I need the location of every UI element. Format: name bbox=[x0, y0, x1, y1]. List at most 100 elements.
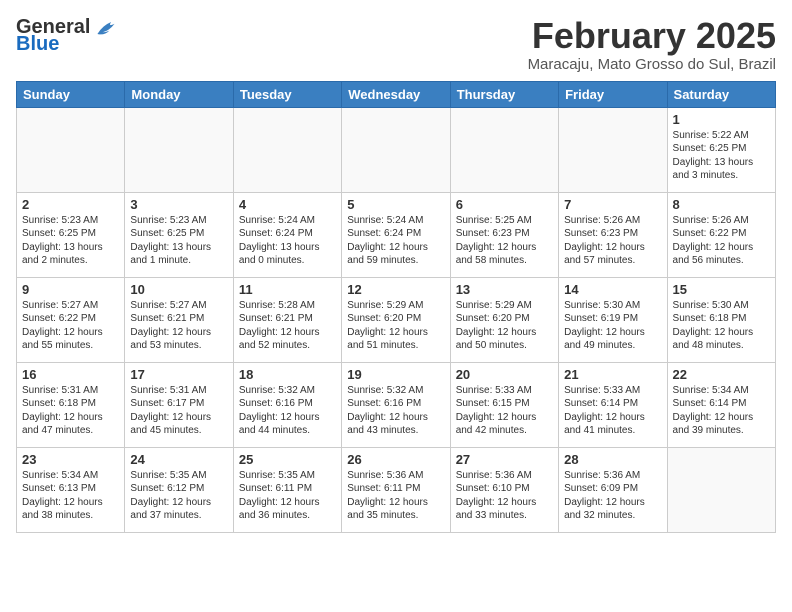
day-number: 18 bbox=[239, 367, 336, 382]
location-subtitle: Maracaju, Mato Grosso do Sul, Brazil bbox=[528, 56, 776, 73]
day-number: 12 bbox=[347, 282, 444, 297]
calendar-cell: 14 Sunrise: 5:30 AM Sunset: 6:19 PM Dayli… bbox=[559, 277, 667, 362]
calendar-cell: 1 Sunrise: 5:22 AM Sunset: 6:25 PM Daylig… bbox=[667, 107, 775, 192]
day-number: 11 bbox=[239, 282, 336, 297]
calendar-week-row: 2 Sunrise: 5:23 AM Sunset: 6:25 PM Daylig… bbox=[17, 192, 776, 277]
weekday-header-row: SundayMondayTuesdayWednesdayThursdayFrid… bbox=[17, 81, 776, 107]
calendar-cell: 11 Sunrise: 5:28 AM Sunset: 6:21 PM Dayli… bbox=[233, 277, 341, 362]
day-info: Sunrise: 5:24 AM Sunset: 6:24 PM Dayligh… bbox=[347, 214, 444, 268]
calendar-cell: 24 Sunrise: 5:35 AM Sunset: 6:12 PM Dayli… bbox=[125, 447, 233, 532]
day-info: Sunrise: 5:29 AM Sunset: 6:20 PM Dayligh… bbox=[456, 299, 553, 353]
day-info: Sunrise: 5:27 AM Sunset: 6:21 PM Dayligh… bbox=[130, 299, 227, 353]
day-info: Sunrise: 5:25 AM Sunset: 6:23 PM Dayligh… bbox=[456, 214, 553, 268]
calendar-cell: 25Sunrise: 5:35 AM Sunset: 6:11 PM Dayli… bbox=[233, 447, 341, 532]
day-number: 16 bbox=[22, 367, 119, 382]
day-info: Sunrise: 5:36 AM Sunset: 6:11 PM Dayligh… bbox=[347, 469, 444, 523]
day-number: 20 bbox=[456, 367, 553, 382]
day-number: 3 bbox=[130, 197, 227, 212]
calendar-cell: 15 Sunrise: 5:30 AM Sunset: 6:18 PM Dayli… bbox=[667, 277, 775, 362]
calendar-cell: 28Sunrise: 5:36 AM Sunset: 6:09 PM Dayli… bbox=[559, 447, 667, 532]
day-info: Sunrise: 5:30 AM Sunset: 6:18 PM Dayligh… bbox=[673, 299, 770, 353]
day-number: 1 bbox=[673, 112, 770, 127]
calendar-week-row: 23 Sunrise: 5:34 AM Sunset: 6:13 PM Dayli… bbox=[17, 447, 776, 532]
day-info: Sunrise: 5:36 AM Sunset: 6:10 PM Dayligh… bbox=[456, 469, 553, 523]
calendar-cell: 2 Sunrise: 5:23 AM Sunset: 6:25 PM Daylig… bbox=[17, 192, 125, 277]
day-number: 15 bbox=[673, 282, 770, 297]
day-number: 26 bbox=[347, 452, 444, 467]
day-number: 21 bbox=[564, 367, 661, 382]
day-number: 25 bbox=[239, 452, 336, 467]
day-info: Sunrise: 5:27 AM Sunset: 6:22 PM Dayligh… bbox=[22, 299, 119, 353]
calendar-cell: 26 Sunrise: 5:36 AM Sunset: 6:11 PM Dayli… bbox=[342, 447, 450, 532]
calendar-cell bbox=[233, 107, 341, 192]
calendar-cell: 17 Sunrise: 5:31 AM Sunset: 6:17 PM Dayli… bbox=[125, 362, 233, 447]
calendar-cell bbox=[342, 107, 450, 192]
day-number: 14 bbox=[564, 282, 661, 297]
calendar-cell: 12 Sunrise: 5:29 AM Sunset: 6:20 PM Dayli… bbox=[342, 277, 450, 362]
day-number: 4 bbox=[239, 197, 336, 212]
day-info: Sunrise: 5:36 AM Sunset: 6:09 PM Dayligh… bbox=[564, 469, 661, 523]
day-number: 7 bbox=[564, 197, 661, 212]
day-info: Sunrise: 5:26 AM Sunset: 6:23 PM Dayligh… bbox=[564, 214, 661, 268]
day-info: Sunrise: 5:29 AM Sunset: 6:20 PM Dayligh… bbox=[347, 299, 444, 353]
day-info: Sunrise: 5:33 AM Sunset: 6:14 PM Dayligh… bbox=[564, 384, 661, 438]
weekday-header-friday: Friday bbox=[559, 81, 667, 107]
day-info: Sunrise: 5:22 AM Sunset: 6:25 PM Dayligh… bbox=[673, 129, 770, 183]
day-number: 17 bbox=[130, 367, 227, 382]
calendar-cell: 27 Sunrise: 5:36 AM Sunset: 6:10 PM Dayli… bbox=[450, 447, 558, 532]
weekday-header-tuesday: Tuesday bbox=[233, 81, 341, 107]
day-number: 2 bbox=[22, 197, 119, 212]
calendar-table: SundayMondayTuesdayWednesdayThursdayFrid… bbox=[16, 81, 776, 533]
day-number: 10 bbox=[130, 282, 227, 297]
calendar-cell: 4Sunrise: 5:24 AM Sunset: 6:24 PM Daylig… bbox=[233, 192, 341, 277]
day-info: Sunrise: 5:23 AM Sunset: 6:25 PM Dayligh… bbox=[130, 214, 227, 268]
day-info: Sunrise: 5:23 AM Sunset: 6:25 PM Dayligh… bbox=[22, 214, 119, 268]
calendar-cell: 6 Sunrise: 5:25 AM Sunset: 6:23 PM Daylig… bbox=[450, 192, 558, 277]
day-number: 23 bbox=[22, 452, 119, 467]
month-year-title: February 2025 bbox=[528, 16, 776, 56]
calendar-cell bbox=[667, 447, 775, 532]
weekday-header-saturday: Saturday bbox=[667, 81, 775, 107]
calendar-cell bbox=[125, 107, 233, 192]
day-info: Sunrise: 5:26 AM Sunset: 6:22 PM Dayligh… bbox=[673, 214, 770, 268]
calendar-cell bbox=[17, 107, 125, 192]
calendar-cell: 18 Sunrise: 5:32 AM Sunset: 6:16 PM Dayli… bbox=[233, 362, 341, 447]
calendar-cell: 3 Sunrise: 5:23 AM Sunset: 6:25 PM Daylig… bbox=[125, 192, 233, 277]
calendar-cell: 19Sunrise: 5:32 AM Sunset: 6:16 PM Dayli… bbox=[342, 362, 450, 447]
calendar-cell: 5 Sunrise: 5:24 AM Sunset: 6:24 PM Daylig… bbox=[342, 192, 450, 277]
calendar-cell: 9 Sunrise: 5:27 AM Sunset: 6:22 PM Daylig… bbox=[17, 277, 125, 362]
calendar-cell: 22 Sunrise: 5:34 AM Sunset: 6:14 PM Dayli… bbox=[667, 362, 775, 447]
day-info: Sunrise: 5:32 AM Sunset: 6:16 PM Dayligh… bbox=[239, 384, 336, 438]
page-header: General Blue February 2025 Maracaju, Mat… bbox=[16, 16, 776, 73]
calendar-cell: 8Sunrise: 5:26 AM Sunset: 6:22 PM Daylig… bbox=[667, 192, 775, 277]
day-info: Sunrise: 5:35 AM Sunset: 6:12 PM Dayligh… bbox=[130, 469, 227, 523]
calendar-week-row: 9 Sunrise: 5:27 AM Sunset: 6:22 PM Daylig… bbox=[17, 277, 776, 362]
day-info: Sunrise: 5:28 AM Sunset: 6:21 PM Dayligh… bbox=[239, 299, 336, 353]
day-info: Sunrise: 5:34 AM Sunset: 6:13 PM Dayligh… bbox=[22, 469, 119, 523]
day-number: 9 bbox=[22, 282, 119, 297]
weekday-header-wednesday: Wednesday bbox=[342, 81, 450, 107]
calendar-cell: 10 Sunrise: 5:27 AM Sunset: 6:21 PM Dayli… bbox=[125, 277, 233, 362]
title-block: February 2025 Maracaju, Mato Grosso do S… bbox=[528, 16, 776, 73]
weekday-header-monday: Monday bbox=[125, 81, 233, 107]
calendar-cell: 7 Sunrise: 5:26 AM Sunset: 6:23 PM Daylig… bbox=[559, 192, 667, 277]
day-info: Sunrise: 5:31 AM Sunset: 6:17 PM Dayligh… bbox=[130, 384, 227, 438]
day-number: 5 bbox=[347, 197, 444, 212]
calendar-cell bbox=[559, 107, 667, 192]
day-number: 27 bbox=[456, 452, 553, 467]
weekday-header-thursday: Thursday bbox=[450, 81, 558, 107]
calendar-cell: 13 Sunrise: 5:29 AM Sunset: 6:20 PM Dayli… bbox=[450, 277, 558, 362]
weekday-header-sunday: Sunday bbox=[17, 81, 125, 107]
day-info: Sunrise: 5:32 AM Sunset: 6:16 PM Dayligh… bbox=[347, 384, 444, 438]
day-info: Sunrise: 5:33 AM Sunset: 6:15 PM Dayligh… bbox=[456, 384, 553, 438]
day-info: Sunrise: 5:31 AM Sunset: 6:18 PM Dayligh… bbox=[22, 384, 119, 438]
day-number: 6 bbox=[456, 197, 553, 212]
day-info: Sunrise: 5:30 AM Sunset: 6:19 PM Dayligh… bbox=[564, 299, 661, 353]
day-number: 24 bbox=[130, 452, 227, 467]
day-number: 13 bbox=[456, 282, 553, 297]
logo: General Blue bbox=[16, 16, 118, 56]
calendar-week-row: 16 Sunrise: 5:31 AM Sunset: 6:18 PM Dayli… bbox=[17, 362, 776, 447]
day-number: 22 bbox=[673, 367, 770, 382]
day-info: Sunrise: 5:34 AM Sunset: 6:14 PM Dayligh… bbox=[673, 384, 770, 438]
logo-blue-text: Blue bbox=[16, 33, 59, 56]
